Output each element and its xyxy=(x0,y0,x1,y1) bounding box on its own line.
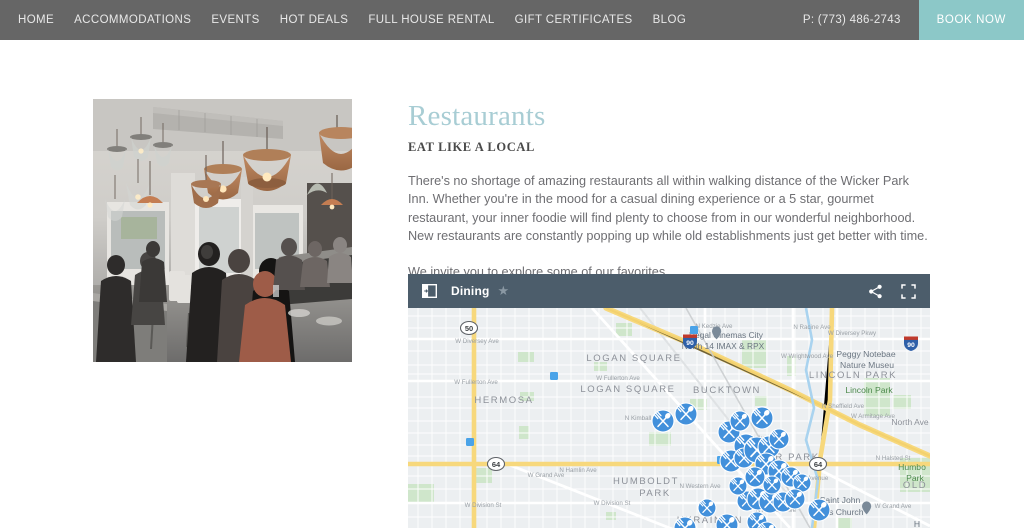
restaurant-marker[interactable] xyxy=(729,410,751,432)
interstate-shield-label: 90 xyxy=(686,340,694,347)
neighborhood-label: BUCKTOWN xyxy=(693,385,761,396)
main-navigation: HOME ACCOMMODATIONS EVENTS HOT DEALS FULL HO… xyxy=(0,0,696,40)
restaurant-marker[interactable] xyxy=(674,402,698,426)
nav-hot-deals[interactable]: HOT DEALS xyxy=(270,0,359,40)
restaurant-interior-photo xyxy=(93,99,352,362)
neighborhood-label: LINCOLN PARK xyxy=(809,370,897,381)
neighborhood-label: LOGAN SQUARE xyxy=(580,384,675,395)
intro-paragraph: There's no shortage of amazing restauran… xyxy=(408,174,928,244)
restaurant-marker[interactable] xyxy=(750,406,774,430)
street-label: N Western Ave xyxy=(679,483,721,490)
content-column: Restaurants EAT LIKE A LOCAL There's no … xyxy=(408,98,936,281)
restaurant-marker[interactable] xyxy=(784,488,806,510)
poi-label: Regal Cinemas City xyxy=(689,330,764,340)
route-shield: 64 xyxy=(808,456,828,472)
street-label: W Grand Ave xyxy=(875,503,912,510)
nav-full-house-rental[interactable]: FULL HOUSE RENTAL xyxy=(358,0,504,40)
neighborhood-label: LOGAN SQUARE xyxy=(586,353,681,364)
street-label: N Sheffield Ave xyxy=(822,403,865,410)
restaurant-marker[interactable] xyxy=(762,475,782,495)
street-label: W Wrightwood Ave xyxy=(781,353,834,360)
restaurant-marker[interactable] xyxy=(728,476,748,496)
nav-blog[interactable]: BLOG xyxy=(643,0,697,40)
star-icon[interactable]: ★ xyxy=(498,283,510,299)
nav-accommodations[interactable]: ACCOMMODATIONS xyxy=(64,0,201,40)
poi-label: Nature Museu xyxy=(840,360,894,370)
interstate-shield-label: 90 xyxy=(907,342,915,349)
neighborhood-label: HUMBOLDT xyxy=(613,476,679,487)
route-shield: 50 xyxy=(459,320,479,336)
book-now-button[interactable]: BOOK NOW xyxy=(918,0,1024,40)
map-tiles: LOGAN SQUARE LOGAN SQUARE HERMOSA BUCKTOWN L… xyxy=(408,308,930,528)
neighborhood-label: HERMOSA xyxy=(474,395,533,406)
nav-gift-certificates[interactable]: GIFT CERTIFICATES xyxy=(505,0,643,40)
map-title: Dining xyxy=(451,284,490,298)
street-label: W Division St xyxy=(594,500,631,507)
phone-number[interactable]: P: (773) 486-2743 xyxy=(785,0,919,40)
poi-label: Lincoln Park xyxy=(845,385,893,395)
fullscreen-icon[interactable] xyxy=(901,283,916,299)
feature-photo xyxy=(93,99,352,362)
header-right-group: P: (773) 486-2743 BOOK NOW xyxy=(785,0,1024,40)
poi-label: Peggy Notebae xyxy=(836,349,895,359)
page-title: Restaurants xyxy=(408,100,546,132)
restaurant-marker[interactable] xyxy=(768,428,790,450)
nav-home[interactable]: HOME xyxy=(8,0,64,40)
map-canvas[interactable]: LOGAN SQUARE LOGAN SQUARE HERMOSA BUCKTOWN L… xyxy=(408,308,930,528)
street-label: N Halsted St xyxy=(876,455,911,462)
restaurant-marker[interactable] xyxy=(807,498,831,522)
street-label: N Hamlin Ave xyxy=(559,467,597,474)
street-label: W Diversey Pkwy xyxy=(828,330,877,337)
poi-label: Humbo xyxy=(898,462,926,472)
poi-label: H xyxy=(914,519,920,528)
restaurant-marker[interactable] xyxy=(744,466,766,488)
street-label: N Racine Ave xyxy=(793,324,831,331)
map-header-bar: Dining ★ xyxy=(408,274,930,308)
dining-map-widget[interactable]: Dining ★ LOGAN SQUARE LOGAN SQUARE HERMO… xyxy=(408,274,930,528)
route-shield-label: 64 xyxy=(492,460,501,469)
poi-label: Park xyxy=(906,473,924,483)
map-header-actions xyxy=(868,283,916,299)
restaurant-marker[interactable] xyxy=(697,498,717,518)
neighborhood-label: PARK xyxy=(639,488,671,499)
route-shield: 64 xyxy=(486,456,506,472)
nav-events[interactable]: EVENTS xyxy=(201,0,269,40)
street-label: W Fullerton Ave xyxy=(454,379,498,386)
route-shield-label: 64 xyxy=(814,460,823,469)
share-icon[interactable] xyxy=(868,284,883,299)
page-body: Restaurants EAT LIKE A LOCAL There's no … xyxy=(0,40,1024,528)
street-label: W Armitage Ave xyxy=(851,413,895,420)
street-label: W Diversey Ave xyxy=(455,338,499,345)
site-header: HOME ACCOMMODATIONS EVENTS HOT DEALS FULL HO… xyxy=(0,0,1024,40)
route-shield-label: 50 xyxy=(465,324,473,333)
street-label: North Ave xyxy=(891,417,928,427)
page-subtitle: EAT LIKE A LOCAL xyxy=(408,140,535,154)
street-label: W Division St xyxy=(465,502,502,509)
street-label: W Fullerton Ave xyxy=(596,375,640,382)
sidebar-toggle-icon[interactable] xyxy=(422,284,437,298)
restaurant-marker[interactable] xyxy=(651,409,675,433)
